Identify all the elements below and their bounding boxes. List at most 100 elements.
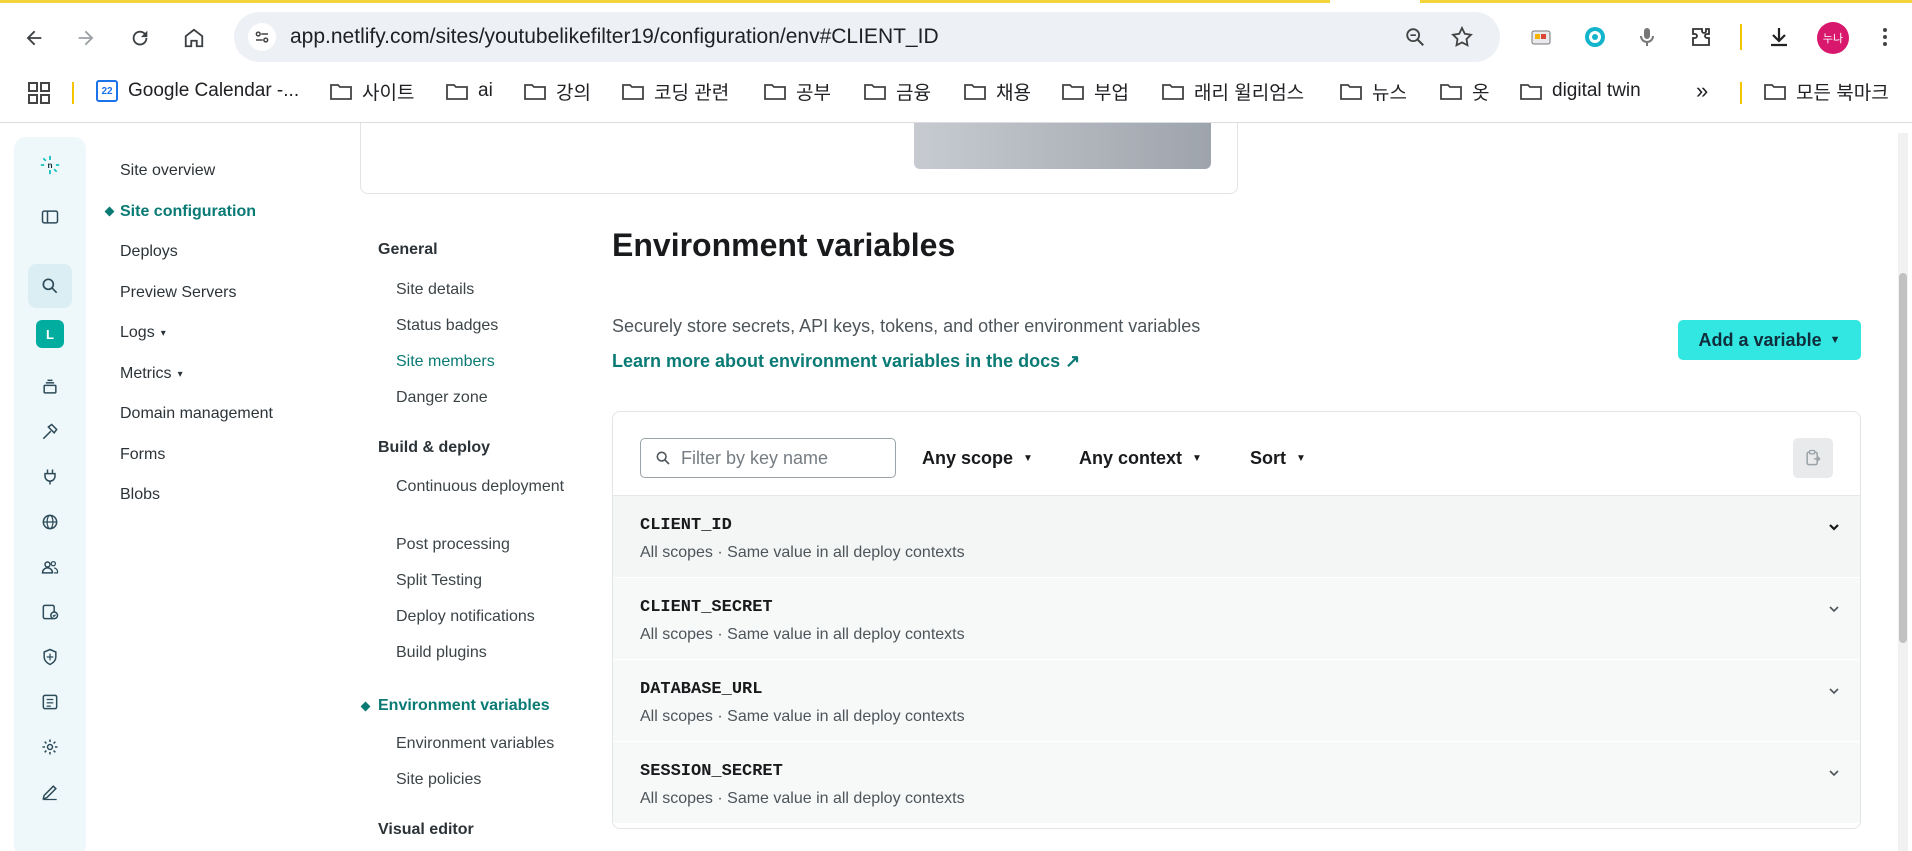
folder-icon: [524, 84, 546, 100]
subnav-link-site-policies[interactable]: Site policies: [396, 769, 576, 791]
site-preview-card: [360, 123, 1238, 194]
subnav-link-build-plugins[interactable]: Build plugins: [396, 642, 576, 664]
docs-link[interactable]: Learn more about environment variables i…: [612, 351, 1080, 372]
bookmark-folder[interactable]: 사이트: [330, 78, 414, 104]
folder-icon: [1162, 84, 1184, 100]
search-icon[interactable]: [36, 272, 64, 300]
chevron-down-icon[interactable]: [1827, 766, 1841, 780]
subnav-link-environment-variables[interactable]: Environment variables: [396, 733, 576, 755]
bookmark-folder[interactable]: 옷: [1440, 78, 1489, 104]
subnav-link-status-badges[interactable]: Status badges: [396, 315, 576, 337]
logs-icon[interactable]: [36, 688, 64, 716]
apps-grid-icon[interactable]: [28, 82, 50, 104]
forms-check-icon[interactable]: [36, 598, 64, 626]
layers-icon[interactable]: [36, 373, 64, 401]
variable-meta: All scopes · Same value in all deploy co…: [640, 790, 965, 807]
chevron-down-icon[interactable]: [1827, 684, 1841, 698]
scope-dropdown[interactable]: Any scope ▼: [922, 448, 1033, 469]
context-dropdown[interactable]: Any context ▼: [1079, 448, 1202, 469]
add-variable-button[interactable]: Add a variable ▼: [1678, 320, 1861, 360]
users-icon[interactable]: [36, 553, 64, 581]
import-variables-button[interactable]: [1793, 438, 1833, 478]
netlify-logo-icon[interactable]: n: [36, 151, 64, 179]
variable-row[interactable]: CLIENT_ID All scopes · Same value in all…: [613, 496, 1860, 578]
forward-button[interactable]: [66, 18, 106, 58]
address-bar[interactable]: app.netlify.com/sites/youtubelikefilter1…: [234, 12, 1500, 62]
shield-icon[interactable]: [36, 643, 64, 671]
pencil-icon[interactable]: [36, 778, 64, 806]
subnav-link-danger-zone[interactable]: Danger zone: [396, 387, 576, 409]
url-text[interactable]: app.netlify.com/sites/youtubelikefilter1…: [290, 25, 939, 49]
bookmark-folder[interactable]: 래리 윌리엄스: [1162, 78, 1304, 104]
extensions-puzzle-icon[interactable]: [1686, 22, 1716, 52]
bookmark-folder[interactable]: ai: [446, 78, 493, 104]
subnav-group-build-deploy[interactable]: Build & deploy: [378, 439, 490, 457]
bookmark-folder[interactable]: 강의: [524, 78, 591, 104]
subnav-group-visual-editor[interactable]: Visual editor: [378, 821, 474, 839]
bookmark-star-icon[interactable]: [1449, 24, 1475, 50]
sidebar-item-site-configuration[interactable]: Site configuration: [120, 203, 256, 221]
variable-key: CLIENT_SECRET: [640, 598, 773, 617]
bookmark-folder[interactable]: 뉴스: [1340, 78, 1407, 104]
sidebar-item-domain-management[interactable]: Domain management: [120, 405, 273, 423]
bookmarks-divider: [1740, 82, 1742, 104]
chevron-down-icon: ▾: [177, 368, 183, 380]
bookmark-label: 채용: [996, 82, 1031, 104]
subnav-link-site-members[interactable]: Site members: [396, 351, 576, 373]
filter-field[interactable]: [640, 438, 896, 478]
arrow-left-icon: [26, 30, 42, 46]
bookmark-folder[interactable]: 코딩 관련: [622, 78, 729, 104]
site-info-icon[interactable]: [248, 23, 276, 51]
folder-icon: [1520, 84, 1542, 100]
bookmark-folder[interactable]: 부업: [1062, 78, 1129, 104]
sort-dropdown[interactable]: Sort ▼: [1250, 448, 1306, 469]
variable-row[interactable]: CLIENT_SECRET All scopes · Same value in…: [613, 578, 1860, 660]
plug-icon[interactable]: [36, 463, 64, 491]
hammer-icon[interactable]: [36, 418, 64, 446]
bookmark-folder[interactable]: digital twin: [1520, 78, 1641, 104]
subnav-group-general[interactable]: General: [378, 241, 438, 259]
globe-icon[interactable]: [36, 508, 64, 536]
bookmark-folder[interactable]: 공부: [764, 78, 831, 104]
subnav-link-site-details[interactable]: Site details: [396, 279, 576, 301]
bookmarks-overflow-button[interactable]: »: [1696, 78, 1708, 104]
chevron-down-icon[interactable]: [1827, 602, 1841, 616]
subnav-group-environment-variables[interactable]: Environment variables: [378, 697, 550, 715]
sidebar-item-metrics[interactable]: Metrics ▾: [120, 365, 183, 383]
downloads-icon[interactable]: [1764, 22, 1794, 52]
sidebar-item-preview-servers[interactable]: Preview Servers: [120, 284, 236, 302]
subnav-link-post-processing[interactable]: Post processing: [396, 534, 576, 556]
all-bookmarks-folder[interactable]: 모든 북마크: [1764, 78, 1889, 104]
browser-menu-icon[interactable]: [1870, 22, 1900, 52]
home-button[interactable]: [174, 18, 214, 58]
sidebar-item-deploys[interactable]: Deploys: [120, 243, 178, 261]
zoom-icon[interactable]: [1402, 24, 1428, 50]
filter-input[interactable]: [681, 447, 881, 469]
translate-extension-icon[interactable]: [1580, 22, 1610, 52]
sidebar-toggle-icon[interactable]: [36, 203, 64, 231]
extension-icon[interactable]: [1526, 22, 1556, 52]
subnav-link-deploy-notifications[interactable]: Deploy notifications: [396, 606, 576, 628]
profile-avatar[interactable]: 누나: [1817, 22, 1849, 54]
bookmark-google-calendar[interactable]: 22 Google Calendar -...: [96, 78, 299, 104]
sidebar-item-site-overview[interactable]: Site overview: [120, 162, 215, 180]
scrollbar-thumb[interactable]: [1899, 273, 1907, 643]
bookmark-folder[interactable]: 금융: [864, 78, 931, 104]
team-avatar[interactable]: L: [36, 320, 64, 348]
folder-icon: [330, 84, 352, 100]
variables-toolbar: Any scope ▼ Any context ▼ Sort ▼: [613, 412, 1860, 496]
variable-row[interactable]: DATABASE_URL All scopes · Same value in …: [613, 660, 1860, 742]
chevron-down-icon[interactable]: [1827, 520, 1841, 534]
variable-row[interactable]: SESSION_SECRET All scopes · Same value i…: [613, 742, 1860, 824]
back-button[interactable]: [14, 18, 54, 58]
page-scrollbar[interactable]: [1898, 133, 1908, 851]
reload-button[interactable]: [120, 18, 160, 58]
bookmark-folder[interactable]: 채용: [964, 78, 1031, 104]
sidebar-item-blobs[interactable]: Blobs: [120, 486, 160, 504]
subnav-link-split-testing[interactable]: Split Testing: [396, 570, 576, 592]
sidebar-item-logs[interactable]: Logs ▾: [120, 324, 166, 342]
gear-icon[interactable]: [36, 733, 64, 761]
subnav-link-continuous-deployment[interactable]: Continuous deployment: [396, 476, 576, 498]
microphone-icon[interactable]: [1632, 22, 1662, 52]
sidebar-item-forms[interactable]: Forms: [120, 446, 165, 464]
